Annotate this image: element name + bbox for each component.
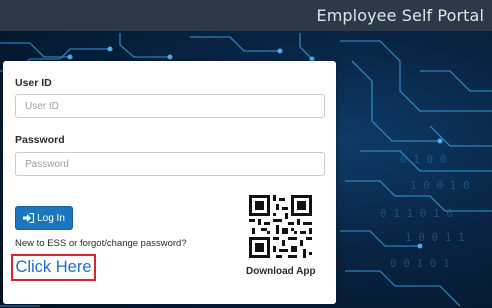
svg-text:0 0 1 0 1: 0 0 1 0 1 <box>390 257 450 270</box>
user-id-label: User ID <box>15 77 52 89</box>
portal-title: Employee Self Portal <box>316 6 484 25</box>
password-input[interactable] <box>15 152 325 176</box>
top-bar: Employee Self Portal <box>0 0 492 31</box>
svg-text:1 0 0 1 0: 1 0 0 1 0 <box>410 179 470 192</box>
login-button[interactable]: Log In <box>15 206 73 230</box>
svg-text:0 1 0 0: 0 1 0 0 <box>400 153 446 166</box>
user-id-input[interactable] <box>15 94 325 118</box>
click-here-link[interactable]: Click Here <box>11 254 96 281</box>
login-card: User ID Password Log In New to ESS or fo… <box>3 61 336 304</box>
password-label: Password <box>15 134 65 146</box>
svg-text:0 1 1 0 1 0: 0 1 1 0 1 0 <box>380 207 453 220</box>
help-text: New to ESS or forgot/change password? <box>15 238 187 249</box>
svg-text:1 0 0 1 1: 1 0 0 1 1 <box>405 231 465 244</box>
qr-code <box>249 195 312 258</box>
download-app-label: Download App <box>246 266 316 277</box>
login-button-label: Log In <box>37 212 65 224</box>
sign-in-icon <box>23 213 35 223</box>
